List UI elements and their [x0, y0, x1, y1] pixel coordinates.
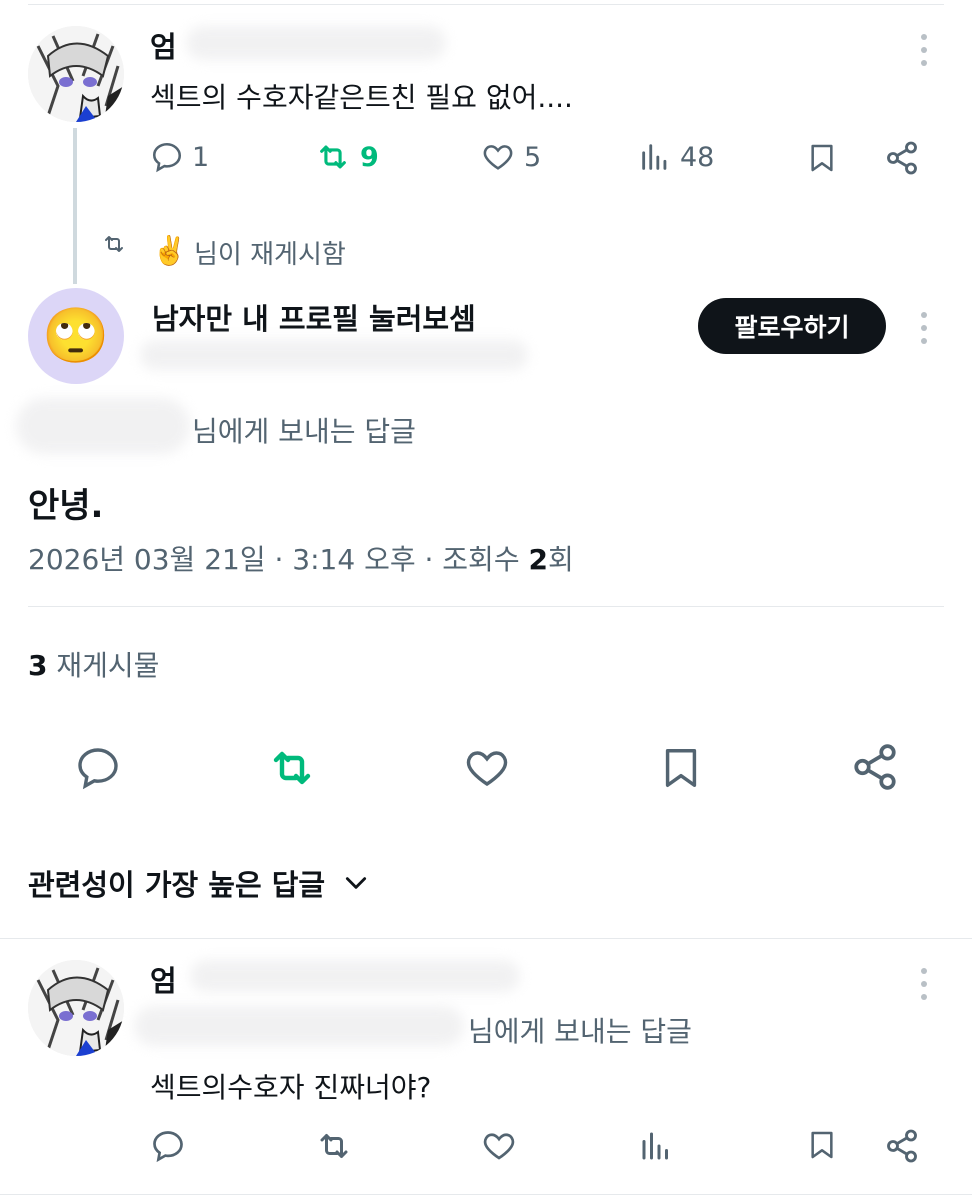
repost-button-large[interactable] — [266, 744, 318, 792]
redacted-handle — [140, 340, 528, 370]
anime-avatar-image — [28, 960, 124, 1056]
repost-count: 9 — [360, 141, 379, 173]
repost-icon — [320, 145, 346, 169]
repost-button[interactable] — [314, 1128, 354, 1164]
reply-to-text: 님에게 보내는 답글 — [468, 1015, 692, 1048]
views-button[interactable]: 48 — [638, 140, 714, 174]
reply-sort-dropdown[interactable]: 관련성이 가장 높은 답글 — [28, 862, 369, 904]
share-button-large[interactable] — [850, 742, 900, 792]
analytics-icon — [642, 144, 667, 170]
main-author-avatar[interactable]: 🙄 — [28, 288, 124, 384]
bookmark-icon — [811, 1131, 833, 1159]
more-options-icon[interactable] — [920, 34, 928, 66]
bookmark-icon — [811, 144, 833, 172]
author-name[interactable]: 엄 — [150, 24, 177, 66]
view-count-value: 2 — [528, 543, 548, 576]
views-button[interactable] — [638, 1128, 674, 1164]
reply-button[interactable]: 1 — [150, 140, 209, 174]
repost-icon — [320, 1134, 348, 1158]
like-button[interactable]: 5 — [480, 140, 541, 174]
eye-roll-emoji: 🙄 — [42, 304, 110, 367]
view-count-unit: 회 — [547, 543, 574, 576]
repost-button[interactable]: 9 — [314, 140, 379, 174]
divider — [0, 938, 972, 939]
analytics-icon — [642, 1132, 668, 1160]
top-divider — [28, 4, 944, 5]
follow-button[interactable]: 팔로우하기 — [698, 298, 886, 354]
post-body: 안녕. — [28, 486, 104, 526]
repost-total: 3 — [28, 649, 48, 682]
redacted-handle — [186, 26, 446, 60]
share-button[interactable] — [884, 140, 920, 176]
bookmark-button[interactable] — [806, 140, 838, 176]
like-button-large[interactable] — [462, 744, 512, 792]
repost-total-label: 재게시물 — [47, 649, 160, 682]
post-date-views-label: 2026년 03월 21일 · 3:14 오후 · 조회수 — [28, 543, 529, 576]
share-icon — [887, 1129, 917, 1163]
post-meta[interactable]: 2026년 03월 21일 · 3:14 오후 · 조회수 2회 — [28, 538, 574, 578]
anime-avatar-image — [28, 26, 124, 122]
repost-icon — [273, 751, 311, 785]
bookmark-button-large[interactable] — [658, 742, 704, 794]
reply-author-avatar[interactable] — [28, 960, 124, 1056]
divider — [28, 606, 944, 607]
repost-banner-text: 님이 재게시함 — [194, 240, 346, 270]
reply-button[interactable] — [150, 1128, 186, 1164]
like-button[interactable] — [480, 1128, 518, 1164]
redacted-reply-target — [134, 1006, 464, 1046]
sort-label: 관련성이 가장 높은 답글 — [28, 868, 326, 902]
reply-icon — [153, 1131, 183, 1163]
like-count: 5 — [524, 141, 542, 173]
reply-icon — [152, 142, 182, 173]
reply-button-large[interactable] — [74, 744, 122, 792]
more-options-icon[interactable] — [920, 312, 928, 344]
reply-count: 1 — [192, 141, 210, 173]
more-options-icon[interactable] — [920, 968, 928, 1000]
reply-to-text: 님에게 보내는 답글 — [192, 415, 416, 448]
view-count: 48 — [680, 141, 715, 173]
main-author-name[interactable]: 남자만 내 프로필 눌러보셈 — [152, 296, 476, 338]
share-icon — [887, 141, 917, 175]
bookmark-icon — [665, 749, 697, 787]
repost-banner-icon — [100, 232, 128, 260]
heart-icon — [483, 145, 513, 170]
repost-count-link[interactable]: 3 재게시물 — [28, 644, 159, 684]
reply-icon — [78, 748, 118, 790]
chevron-down-icon — [346, 877, 367, 889]
bottom-divider — [0, 1194, 972, 1195]
victory-hand-emoji: ✌️ — [152, 234, 187, 267]
post-text: 섹트의 수호자같은트친 필요 없어.... — [150, 81, 573, 114]
author-avatar[interactable] — [28, 26, 124, 122]
reply-text: 섹트의수호자 진짜너야? — [150, 1071, 432, 1104]
redacted-handle — [190, 960, 520, 992]
share-icon — [854, 744, 896, 790]
redacted-reply-target — [16, 398, 190, 454]
bookmark-button[interactable] — [806, 1126, 838, 1164]
reply-author-name[interactable]: 엄 — [150, 958, 177, 1000]
thread-connector — [73, 128, 77, 284]
heart-icon — [483, 1133, 515, 1160]
share-button[interactable] — [884, 1128, 920, 1164]
heart-icon — [466, 751, 508, 787]
